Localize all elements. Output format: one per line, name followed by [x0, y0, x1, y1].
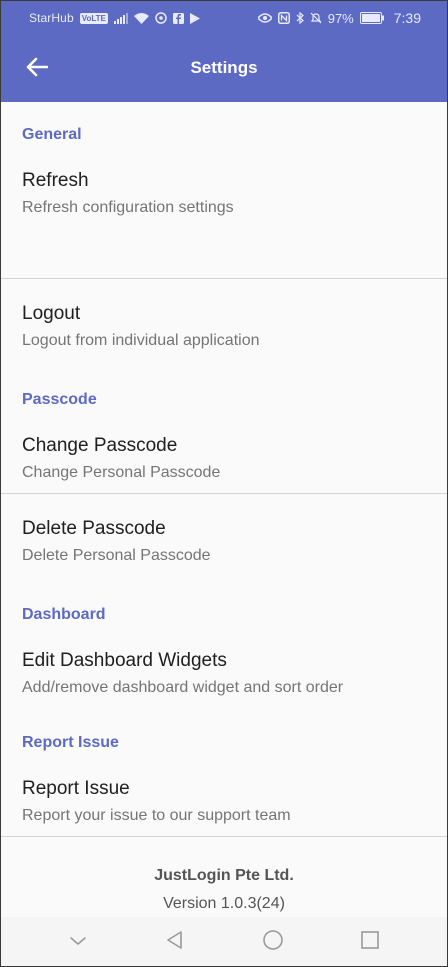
signal-icon	[113, 12, 128, 24]
item-title: Edit Dashboard Widgets	[22, 650, 227, 671]
item-subtitle: Report your issue to our support team	[22, 807, 291, 824]
section-header-report-issue: Report Issue	[22, 734, 119, 751]
facebook-icon	[172, 12, 184, 24]
clock: 7:39	[393, 10, 421, 26]
status-bar: StarHub VoLTE 97% 7:39	[1, 1, 447, 35]
item-subtitle: Logout from individual application	[22, 332, 260, 349]
bluetooth-icon	[296, 12, 304, 24]
nfc-icon	[277, 12, 290, 24]
toolbar: Settings	[1, 35, 447, 102]
back-triangle-icon	[165, 930, 185, 955]
settings-item-report-issue[interactable]: Report Issue Report your issue to our su…	[1, 752, 447, 836]
item-title: Report Issue	[22, 778, 130, 799]
item-subtitle: Add/remove dashboard widget and sort ord…	[22, 679, 344, 696]
settings-item-logout[interactable]: Logout Logout from individual applicatio…	[1, 279, 447, 365]
divider	[1, 836, 447, 837]
item-title: Delete Passcode	[22, 518, 166, 539]
app-bar: StarHub VoLTE 97% 7:39 Settings	[1, 1, 447, 102]
nav-back-button[interactable]	[160, 927, 190, 957]
battery-icon	[359, 12, 384, 24]
section-header-passcode: Passcode	[22, 391, 97, 408]
page-title: Settings	[190, 58, 258, 77]
recents-square-icon	[360, 930, 380, 955]
whatsapp-icon	[155, 12, 167, 24]
section-header-dashboard: Dashboard	[22, 606, 106, 623]
battery-percent: 97%	[327, 10, 354, 26]
item-subtitle: Change Personal Passcode	[22, 464, 221, 481]
eye-icon	[257, 13, 272, 23]
section-header-general: General	[22, 126, 82, 143]
chevron-down-icon	[69, 933, 87, 951]
settings-item-edit-dashboard-widgets[interactable]: Edit Dashboard Widgets Add/remove dashbo…	[1, 624, 447, 710]
home-circle-icon	[262, 929, 284, 956]
network-badge: VoLTE	[79, 12, 108, 24]
item-subtitle: Refresh configuration settings	[22, 199, 234, 216]
carrier-name: StarHub	[29, 11, 74, 25]
system-nav-bar	[1, 917, 447, 966]
settings-item-delete-passcode[interactable]: Delete Passcode Delete Personal Passcode	[1, 494, 447, 580]
item-subtitle: Delete Personal Passcode	[22, 547, 211, 564]
item-title: Change Passcode	[22, 435, 178, 456]
nav-recents-button[interactable]	[355, 927, 385, 957]
footer: JustLogin Pte Ltd. Version 1.0.3(24)	[1, 867, 447, 913]
settings-list: General Refresh Refresh configuration se…	[1, 102, 447, 837]
settings-item-refresh[interactable]: Refresh Refresh configuration settings	[1, 144, 447, 278]
settings-item-change-passcode[interactable]: Change Passcode Change Personal Passcode	[1, 409, 447, 493]
play-store-icon	[189, 12, 200, 24]
mute-bell-icon	[310, 12, 322, 24]
item-title: Logout	[22, 303, 81, 324]
hide-keyboard-button[interactable]	[63, 927, 93, 957]
screen: StarHub VoLTE 97% 7:39 Settings General …	[0, 0, 448, 967]
wifi-icon	[133, 12, 149, 24]
company-name: JustLogin Pte Ltd.	[154, 867, 294, 884]
app-version: Version 1.0.3(24)	[163, 895, 285, 912]
item-title: Refresh	[22, 170, 89, 191]
nav-home-button[interactable]	[258, 927, 288, 957]
